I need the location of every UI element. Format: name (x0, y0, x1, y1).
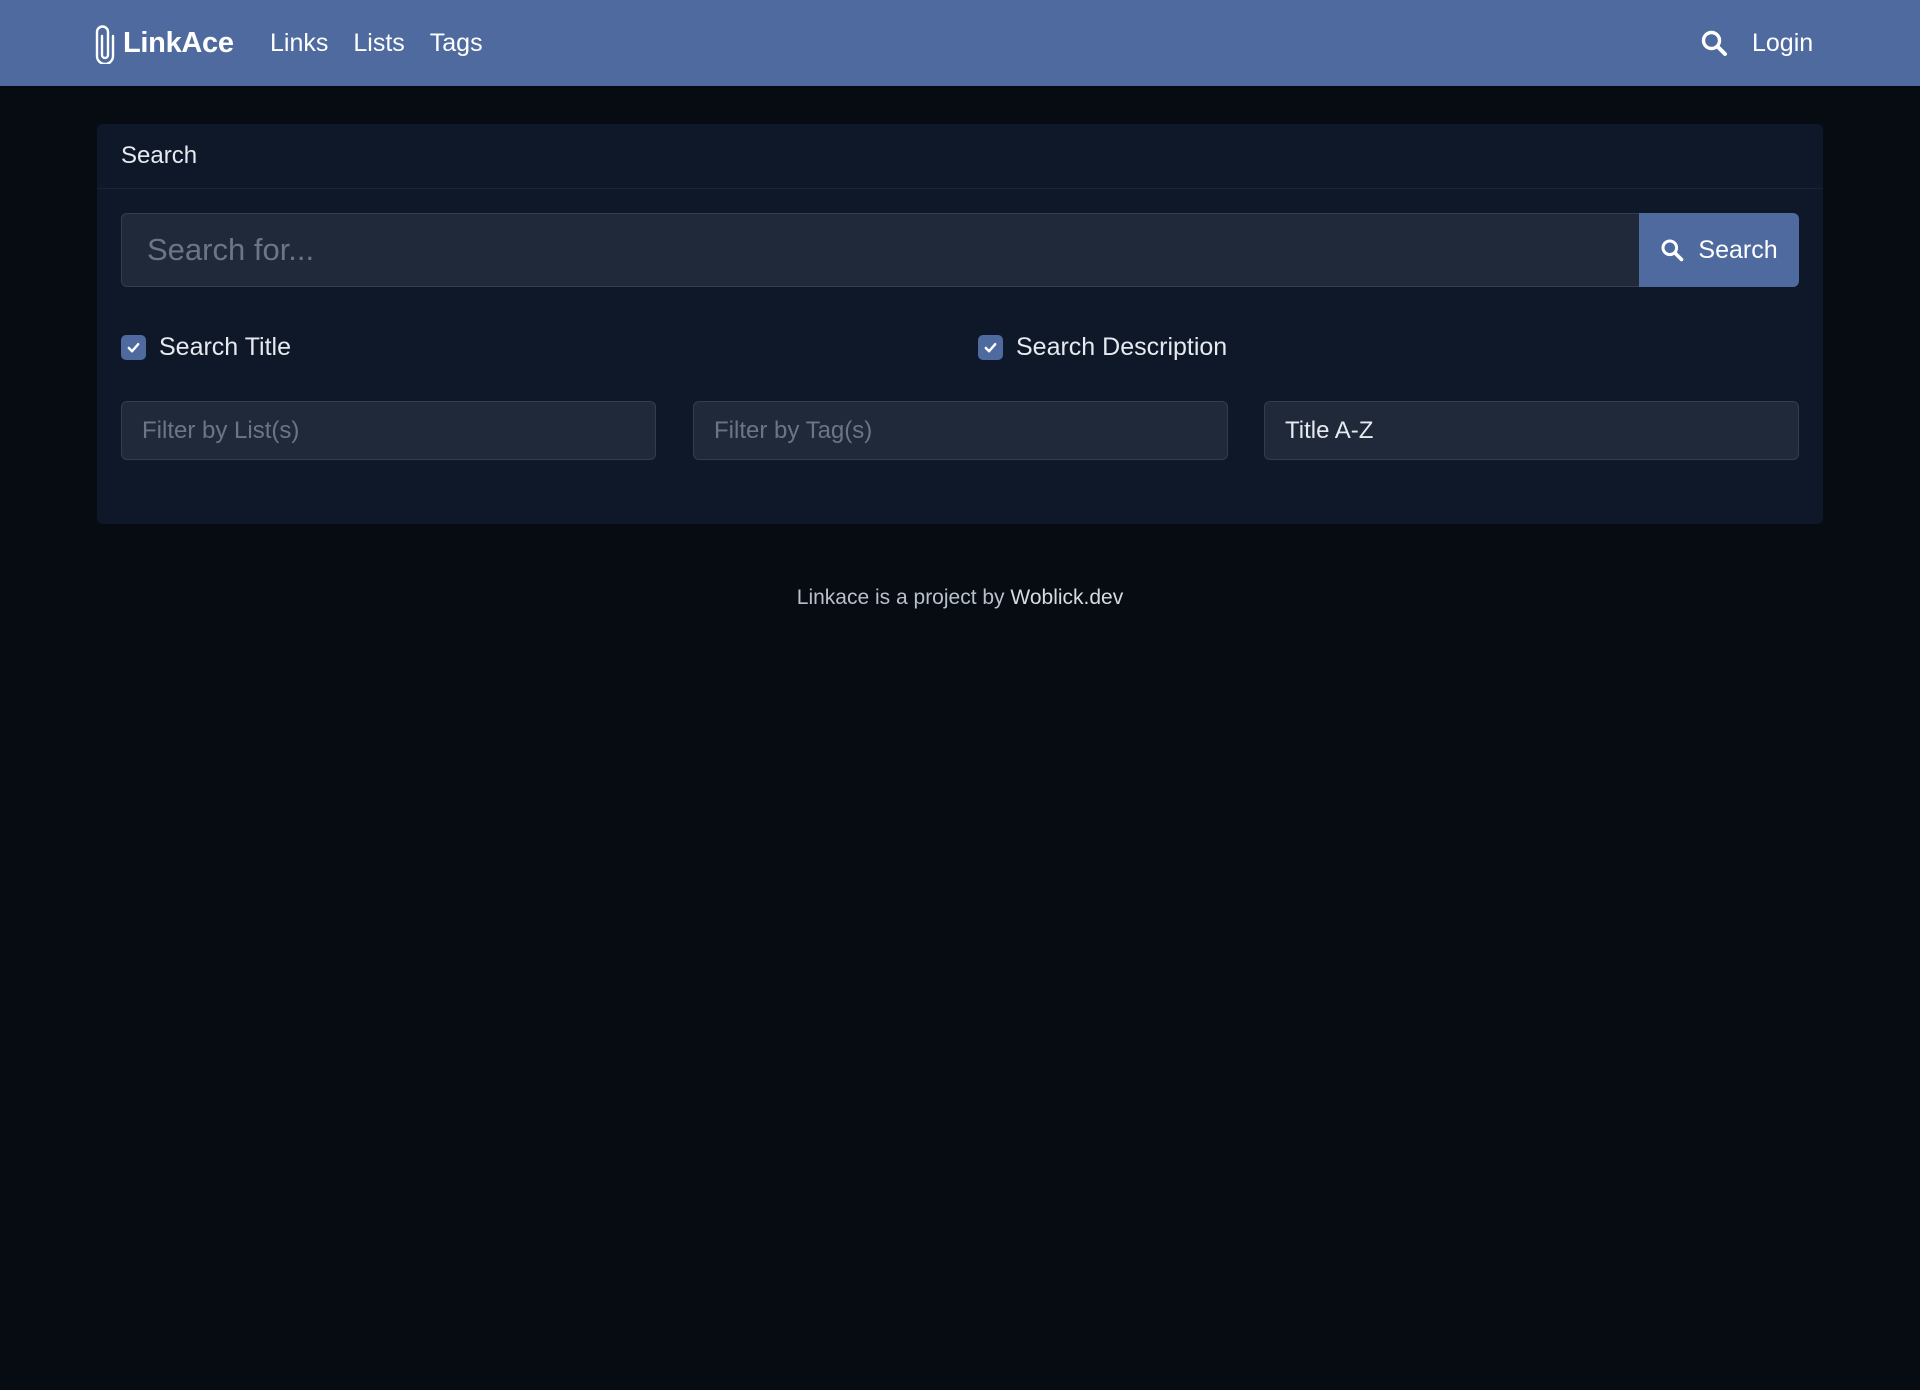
footer: Linkace is a project by Woblick.dev (0, 586, 1920, 610)
nav-link-lists[interactable]: Lists (353, 24, 404, 62)
search-description-label: Search Description (1016, 333, 1228, 361)
nav-link-tags[interactable]: Tags (430, 24, 483, 62)
search-options: Search Title Search Description (121, 327, 1799, 367)
footer-link[interactable]: Woblick.dev (1010, 586, 1123, 609)
check-icon (127, 342, 140, 352)
login-link[interactable]: Login (1752, 24, 1813, 62)
search-bar: Search (121, 213, 1799, 287)
card-header: Search (97, 124, 1823, 189)
brand-link[interactable]: LinkAce (95, 20, 234, 66)
top-navbar: LinkAce Links Lists Tags Login (0, 0, 1920, 86)
search-title-option[interactable]: Search Title (121, 327, 291, 367)
check-icon (984, 342, 997, 352)
search-title-checkbox[interactable] (121, 334, 146, 360)
search-card: Search Search Search Title (97, 124, 1823, 524)
footer-text: Linkace is a project by (796, 586, 1011, 609)
order-by-select[interactable]: Title A-Z (1264, 401, 1799, 460)
nav-links: Links Lists Tags (270, 24, 508, 62)
search-icon[interactable] (1700, 29, 1728, 57)
search-description-option[interactable]: Search Description (978, 327, 1227, 367)
filter-tags-select[interactable]: Filter by Tag(s) (693, 401, 1228, 460)
search-description-checkbox[interactable] (978, 334, 1003, 360)
search-icon (1661, 239, 1684, 262)
brand-name: LinkAce (123, 26, 234, 59)
search-input[interactable] (121, 213, 1639, 287)
search-button[interactable]: Search (1639, 213, 1799, 287)
search-title-label: Search Title (159, 333, 292, 361)
filter-row: Filter by List(s) Filter by Tag(s) Title… (121, 401, 1799, 460)
filter-lists-select[interactable]: Filter by List(s) (121, 401, 656, 460)
nav-link-links[interactable]: Links (270, 24, 328, 62)
paperclip-icon (95, 25, 115, 64)
search-button-label: Search (1698, 235, 1778, 264)
